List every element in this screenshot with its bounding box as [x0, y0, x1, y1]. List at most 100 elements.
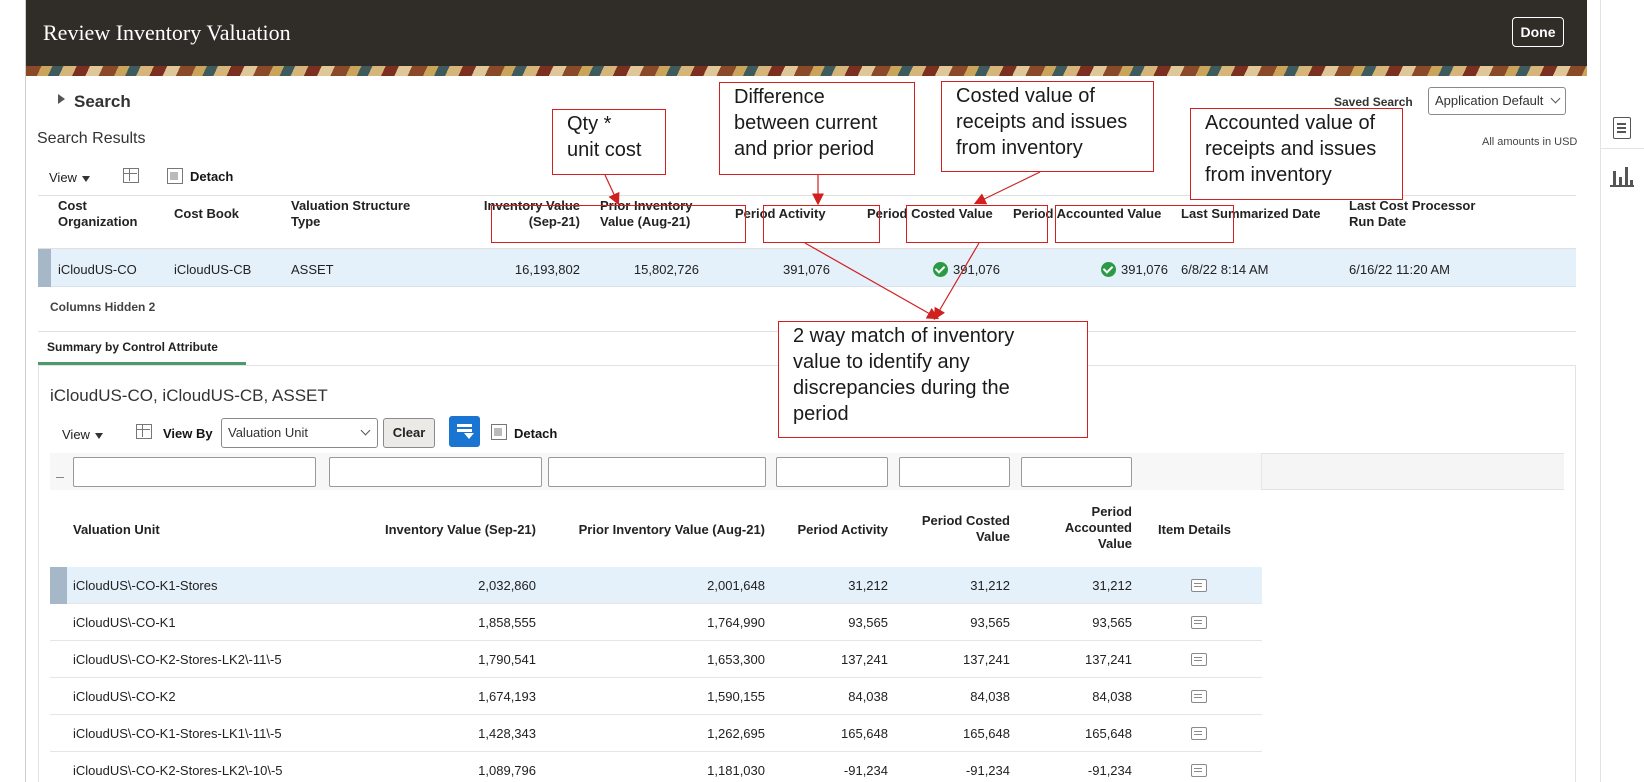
annotation-highlight-inventory-values: [491, 205, 746, 243]
annotation-difference: Difference between current and prior perio…: [719, 82, 915, 175]
col-header-period-activity[interactable]: Period Activity: [770, 522, 888, 538]
filter-input-period-costed-value[interactable]: [899, 457, 1010, 487]
tab-summary-by-control-attribute[interactable]: Summary by Control Attribute: [47, 340, 218, 354]
freeze-columns-icon[interactable]: [123, 168, 139, 183]
item-details-icon[interactable]: [1191, 616, 1207, 629]
col-header-period-accounted-value[interactable]: Period Accounted Value: [1020, 504, 1132, 552]
annotation-costed-value: Costed value of receipts and issues from i…: [941, 81, 1154, 172]
amounts-currency-note: All amounts in USD: [1482, 136, 1578, 148]
view-menu[interactable]: View: [49, 170, 90, 185]
cell-period-costed-value: 165,648: [963, 726, 1010, 741]
col-header-last-cost-processor-run-date[interactable]: Last Cost Processor Run Date: [1349, 198, 1475, 230]
col-header-valuation-structure-type[interactable]: Valuation Structure Type: [291, 198, 410, 230]
saved-search-value: Application Default: [1435, 93, 1544, 108]
item-details-icon[interactable]: [1191, 727, 1207, 740]
col-header-prior-inventory-value[interactable]: Prior Inventory Value (Aug-21): [550, 522, 765, 538]
cell-prior-inventory-value: 1,262,695: [707, 726, 765, 741]
cell-period-costed-value: 31,212: [970, 578, 1010, 593]
left-margin: [0, 0, 26, 782]
cell-period-costed-value: 391,076: [900, 262, 1000, 277]
cell-valuation-unit: iCloudUS\-CO-K2: [73, 689, 176, 704]
filter-input-inventory-value[interactable]: [329, 457, 542, 487]
filter-input-period-accounted-value[interactable]: [1021, 457, 1132, 487]
cell-valuation-structure: ASSET: [291, 262, 334, 277]
cell-period-activity: 31,212: [848, 578, 888, 593]
cell-valuation-unit: iCloudUS\-CO-K1: [73, 615, 176, 630]
search-results-heading: Search Results: [37, 130, 146, 147]
cell-period-accounted-value: 165,648: [1085, 726, 1132, 741]
col-header-valuation-unit[interactable]: Valuation Unit: [73, 522, 160, 538]
col-header-period-costed-value[interactable]: Period Costed Value: [900, 513, 1010, 545]
view-by-select[interactable]: Valuation Unit: [221, 418, 378, 448]
disclosure-triangle-icon[interactable]: [58, 94, 65, 104]
item-details-icon[interactable]: [1191, 579, 1207, 592]
cell-inventory-value: 2,032,860: [478, 578, 536, 593]
annotation-highlight-period-activity: [763, 205, 880, 243]
bar-chart-icon[interactable]: [1610, 165, 1634, 187]
header-banner: [26, 66, 1587, 76]
view-menu-label: View: [62, 427, 90, 442]
cell-period-accounted-value: -91,234: [1087, 763, 1132, 778]
view-by-value: Valuation Unit: [228, 425, 308, 440]
detach-button[interactable]: Detach: [190, 169, 233, 184]
cell-prior-inventory-value: 1,181,030: [707, 763, 765, 778]
dropdown-arrow-icon: [81, 175, 90, 182]
cell-valuation-unit: iCloudUS\-CO-K1-Stores: [73, 578, 218, 593]
view-menu-label: View: [49, 170, 77, 185]
cell-valuation-unit: iCloudUS\-CO-K2-Stores-LK2\-10\-5: [73, 763, 283, 778]
cell-period-accounted-value: 137,241: [1085, 652, 1132, 667]
chevron-down-icon: [1550, 93, 1561, 104]
cell-cost-organization: iCloudUS-CO: [58, 262, 137, 277]
item-details-icon[interactable]: [1191, 653, 1207, 666]
cell-period-activity: -91,234: [843, 763, 888, 778]
cell-period-costed-value: 84,038: [970, 689, 1010, 704]
document-icon[interactable]: [1613, 117, 1631, 139]
page-title: Review Inventory Valuation: [43, 20, 291, 45]
clear-button[interactable]: Clear: [383, 418, 435, 448]
query-by-example-icon[interactable]: [449, 416, 480, 447]
cell-period-accounted-value: 31,212: [1092, 578, 1132, 593]
cell-prior-inventory-value: 2,001,648: [707, 578, 765, 593]
detach-icon[interactable]: [491, 424, 507, 440]
cell-cost-book: iCloudUS-CB: [174, 262, 252, 277]
col-header-inventory-value[interactable]: Inventory Value (Sep-21): [330, 522, 536, 538]
col-header-cost-organization[interactable]: Cost Organization: [58, 198, 137, 230]
filter-input-prior-inventory-value[interactable]: [548, 457, 766, 487]
cell-inventory-value: 1,089,796: [478, 763, 536, 778]
checkmark-icon: [1101, 262, 1116, 277]
cell-inventory-value: 1,790,541: [478, 652, 536, 667]
cell-last-summarized-date: 6/8/22 8:14 AM: [1181, 262, 1269, 277]
cell-last-cost-run-date: 6/16/22 11:20 AM: [1349, 262, 1450, 277]
columns-hidden-count: Columns Hidden 2: [50, 300, 156, 314]
row-selection-marker: [50, 567, 67, 604]
item-details-icon[interactable]: [1191, 690, 1207, 703]
col-header-item-details[interactable]: Item Details: [1158, 522, 1231, 538]
detach-button[interactable]: Detach: [514, 426, 557, 441]
freeze-columns-icon[interactable]: [136, 424, 152, 439]
filter-input-period-activity[interactable]: [776, 457, 888, 487]
saved-search-label: Saved Search: [1334, 95, 1413, 109]
view-menu[interactable]: View: [62, 427, 103, 442]
detach-icon[interactable]: [167, 168, 183, 184]
done-button[interactable]: Done: [1512, 17, 1564, 47]
cell-prior-inventory-value: 1,764,990: [707, 615, 765, 630]
rail-divider: [1600, 148, 1644, 149]
cell-period-costed-value: -91,234: [965, 763, 1010, 778]
checkmark-icon: [933, 262, 948, 277]
search-section-toggle[interactable]: Search: [74, 92, 131, 112]
dropdown-arrow-icon: [94, 432, 103, 439]
cell-prior-inventory-value: 15,802,726: [633, 262, 699, 277]
saved-search-select[interactable]: Application Default: [1428, 87, 1566, 115]
annotation-highlight-period-costed: [906, 205, 1048, 243]
edit-pencil-icon: [56, 470, 64, 478]
cell-valuation-unit: iCloudUS\-CO-K1-Stores-LK1\-11\-5: [73, 726, 282, 741]
cell-period-accounted-value: 93,565: [1092, 615, 1132, 630]
cell-period-accounted-value: 84,038: [1092, 689, 1132, 704]
annotation-qty-unit-cost: Qty * unit cost: [552, 109, 666, 175]
item-details-icon[interactable]: [1191, 764, 1207, 777]
cell-prior-inventory-value: 1,653,300: [707, 652, 765, 667]
col-header-cost-book[interactable]: Cost Book: [174, 206, 239, 222]
filter-input-valuation-unit[interactable]: [73, 457, 316, 487]
cell-period-activity: 84,038: [848, 689, 888, 704]
cell-period-accounted-value: 391,076: [1068, 262, 1168, 277]
